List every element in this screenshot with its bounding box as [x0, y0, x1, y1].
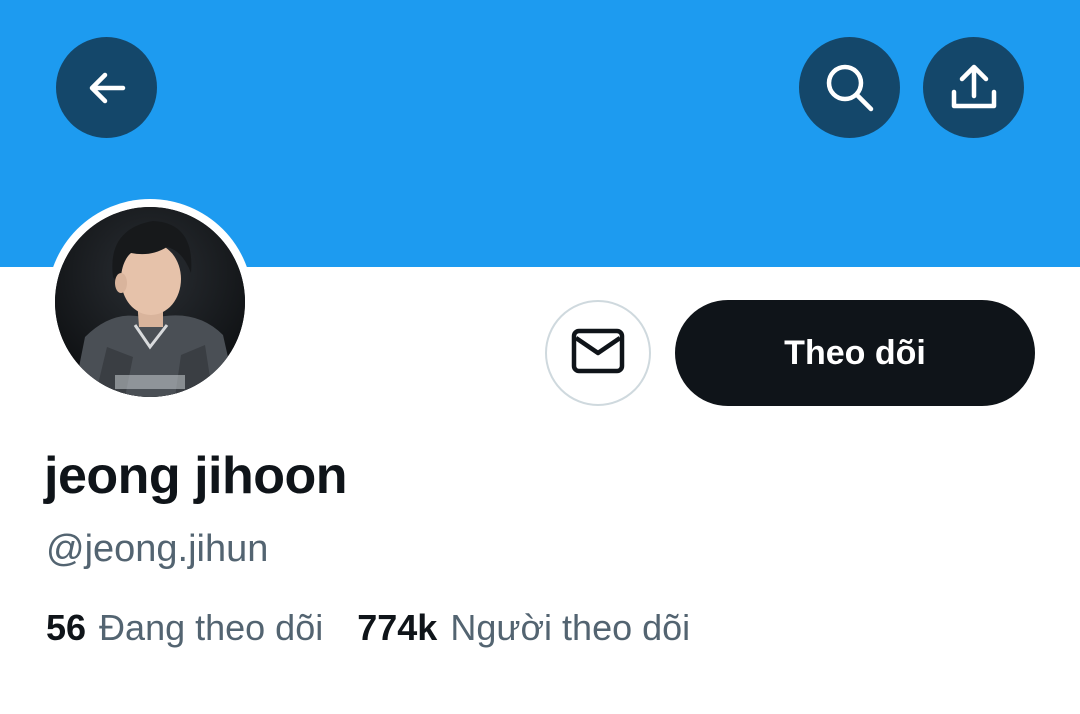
arrow-left-icon [85, 66, 129, 110]
search-button[interactable] [799, 37, 900, 138]
avatar-frame[interactable] [47, 199, 253, 405]
following-stat[interactable]: 56 Đang theo dõi [46, 607, 323, 649]
envelope-icon [571, 328, 625, 379]
avatar [55, 207, 245, 397]
following-count: 56 [46, 607, 87, 648]
search-icon [823, 61, 877, 115]
following-label: Đang theo dõi [99, 607, 324, 648]
share-upload-icon [948, 62, 1000, 114]
back-button[interactable] [56, 37, 157, 138]
follow-button-label: Theo dõi [784, 333, 926, 372]
username-handle: @jeong.jihun [46, 528, 269, 570]
message-button[interactable] [545, 300, 651, 406]
followers-label: Người theo dõi [450, 607, 691, 648]
follow-button[interactable]: Theo dõi [675, 300, 1035, 406]
followers-count: 774k [357, 607, 438, 648]
display-name: jeong jihoon [44, 447, 348, 505]
followers-stat[interactable]: 774k Người theo dõi [357, 607, 690, 649]
profile-stats: 56 Đang theo dõi 774k Người theo dõi [46, 607, 690, 649]
profile-page: Theo dõi jeong jihoon @jeong.jihun 56 Đa… [0, 0, 1080, 714]
share-button[interactable] [923, 37, 1024, 138]
